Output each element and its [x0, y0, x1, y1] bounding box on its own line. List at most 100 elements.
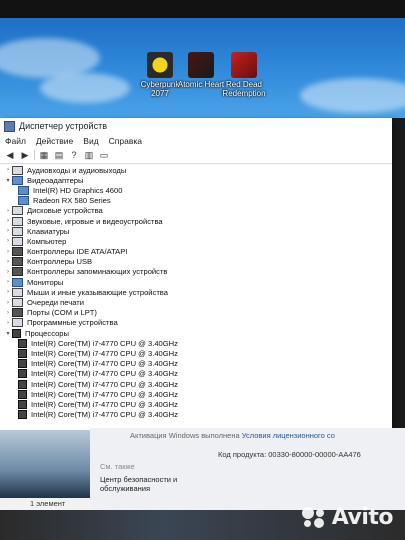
title-bar[interactable]: Диспетчер устройств — [0, 118, 392, 134]
chevron-right-icon[interactable]: › — [4, 289, 12, 295]
cpu-icon — [18, 348, 27, 358]
cloud — [300, 78, 405, 113]
scan-hardware-icon[interactable]: ▭ — [98, 150, 110, 161]
tree-category-item[interactable]: › Программные устройства — [4, 318, 388, 328]
update-driver-icon[interactable]: ▥ — [83, 150, 95, 161]
tree-item-label: Порты (COM и LPT) — [27, 308, 97, 318]
chevron-right-icon[interactable]: › — [4, 238, 12, 244]
tree-item-label: Дисковые устройства — [27, 206, 103, 216]
tree-device-item[interactable]: Intel(R) Core(TM) i7-4770 CPU @ 3.40GHz — [4, 410, 388, 420]
sound-icon — [12, 216, 23, 226]
desktop-icon-label: Atomic Heart — [177, 80, 225, 89]
forward-icon[interactable]: ▶ — [19, 150, 31, 161]
chevron-right-icon[interactable]: › — [4, 310, 12, 316]
atomic-heart-icon — [188, 52, 214, 78]
window-title: Диспетчер устройств — [19, 121, 107, 131]
chevron-right-icon[interactable]: › — [4, 300, 12, 306]
tree-device-item[interactable]: Intel(R) HD Graphics 4600 — [4, 185, 388, 195]
cpu-icon — [12, 328, 21, 338]
tree-category-item[interactable]: › Порты (COM и LPT) — [4, 308, 388, 318]
tree-item-label: Intel(R) Core(TM) i7-4770 CPU @ 3.40GHz — [31, 338, 178, 348]
tree-item-label: Intel(R) Core(TM) i7-4770 CPU @ 3.40GHz — [31, 399, 178, 409]
tree-item-label: Видеоадаптеры — [27, 175, 84, 185]
cpu-icon — [18, 369, 27, 379]
toolbar-separator — [34, 150, 35, 160]
tree-device-item[interactable]: Intel(R) Core(TM) i7-4770 CPU @ 3.40GHz — [4, 399, 388, 409]
tree-item-label: Intel(R) Core(TM) i7-4770 CPU @ 3.40GHz — [31, 410, 178, 420]
computer-icon — [12, 236, 23, 246]
back-icon[interactable]: ◀ — [4, 150, 16, 161]
cloud — [0, 38, 100, 78]
tree-category-item[interactable]: › Очереди печати — [4, 297, 388, 308]
tree-item-label: Звуковые, игровые и видеоустройства — [27, 216, 163, 226]
tree-item-label: Intel(R) Core(TM) i7-4770 CPU @ 3.40GHz — [31, 359, 178, 369]
desktop-wallpaper-strip — [0, 430, 90, 498]
tree-item-label: Программные устройства — [27, 318, 118, 328]
tree-category-item[interactable]: › Компьютер — [4, 236, 388, 246]
desktop-icon-red-dead[interactable]: Red Dead Redemption — [220, 52, 268, 98]
device-tree: › Аудиовходы и аудиовыходы ▾ Видеоадаптеры I… — [4, 165, 388, 420]
menu-help[interactable]: Справка — [104, 136, 147, 146]
desktop-icon-atomic-heart[interactable]: Atomic Heart — [177, 52, 225, 89]
cyberpunk-icon — [147, 52, 173, 78]
cloud — [40, 73, 130, 103]
tree-item-label: Мониторы — [27, 277, 64, 287]
activation-line: Активация Windows выполнена Условия лице… — [130, 431, 335, 440]
chevron-down-icon[interactable]: ▾ — [4, 330, 12, 337]
chevron-right-icon[interactable]: › — [4, 208, 12, 214]
display-adapter-icon — [18, 196, 29, 206]
menu-view[interactable]: Вид — [78, 136, 103, 146]
tree-category-item[interactable]: › Контроллеры USB — [4, 257, 388, 267]
chevron-right-icon[interactable]: › — [4, 228, 12, 234]
tree-category-item[interactable]: › Мыши и иные указывающие устройства — [4, 287, 388, 297]
mouse-icon — [12, 287, 23, 297]
tree-item-label: Radeon RX 580 Series — [33, 196, 111, 206]
tree-device-item[interactable]: Intel(R) Core(TM) i7-4770 CPU @ 3.40GHz — [4, 369, 388, 379]
menu-file[interactable]: Файл — [0, 136, 31, 146]
tree-category-item[interactable]: › Дисковые устройства — [4, 206, 388, 216]
cpu-icon — [18, 410, 27, 420]
tree-category-item[interactable]: › Контроллеры IDE ATA/ATAPI — [4, 247, 388, 257]
chevron-right-icon[interactable]: › — [4, 320, 12, 326]
tree-device-item[interactable]: Intel(R) Core(TM) i7-4770 CPU @ 3.40GHz — [4, 359, 388, 369]
tree-item-label: Intel(R) HD Graphics 4600 — [33, 185, 123, 195]
chevron-right-icon[interactable]: › — [4, 269, 12, 275]
tree-item-label: Мыши и иные указывающие устройства — [27, 287, 168, 297]
menu-action[interactable]: Действие — [31, 136, 78, 146]
tree-device-item[interactable]: Intel(R) Core(TM) i7-4770 CPU @ 3.40GHz — [4, 348, 388, 358]
chevron-down-icon[interactable]: ▾ — [4, 177, 12, 184]
tree-item-label: Контроллеры IDE ATA/ATAPI — [27, 247, 128, 257]
tree-category-item[interactable]: › Звуковые, игровые и видеоустройства — [4, 216, 388, 226]
cpu-icon — [18, 338, 27, 348]
desktop-icon-label: Cyberpunk 2077 — [140, 80, 180, 98]
security-center-link[interactable]: Центр безопасности и обслуживания — [100, 475, 220, 493]
display-adapter-icon — [18, 185, 29, 195]
chevron-right-icon[interactable]: › — [4, 259, 12, 265]
tree-category-item[interactable]: › Аудиовходы и аудиовыходы — [4, 165, 388, 175]
tree-category-item[interactable]: ▾ Процессоры — [4, 328, 388, 338]
help-icon[interactable]: ? — [68, 150, 80, 161]
show-hide-tree-icon[interactable]: ▦ — [38, 150, 50, 161]
license-terms-link[interactable]: Условия лицензионного со — [242, 431, 335, 440]
tree-category-item[interactable]: › Клавиатуры — [4, 226, 388, 236]
chevron-right-icon[interactable]: › — [4, 218, 12, 224]
tree-device-item[interactable]: Radeon RX 580 Series — [4, 196, 388, 206]
cpu-icon — [18, 359, 27, 369]
chevron-right-icon[interactable]: › — [4, 279, 12, 285]
tree-device-item[interactable]: Intel(R) Core(TM) i7-4770 CPU @ 3.40GHz — [4, 338, 388, 348]
tree-item-label: Очереди печати — [27, 298, 84, 308]
tree-item-label: Intel(R) Core(TM) i7-4770 CPU @ 3.40GHz — [31, 379, 178, 389]
desktop-icon-label: Red Dead Redemption — [222, 80, 266, 98]
chevron-right-icon[interactable]: › — [4, 167, 12, 173]
properties-icon[interactable]: ▤ — [53, 150, 65, 161]
tree-category-item[interactable]: › Контроллеры запоминающих устройств — [4, 267, 388, 277]
tree-device-item[interactable]: Intel(R) Core(TM) i7-4770 CPU @ 3.40GHz — [4, 389, 388, 399]
display-adapter-icon — [12, 175, 23, 185]
menu-bar: Файл Действие Вид Справка — [0, 134, 392, 147]
tree-category-item[interactable]: ▾ Видеоадаптеры — [4, 175, 388, 185]
chevron-right-icon[interactable]: › — [4, 249, 12, 255]
keyboard-icon — [12, 226, 23, 236]
avito-wordmark: Avito — [331, 505, 394, 530]
tree-category-item[interactable]: › Мониторы — [4, 277, 388, 287]
tree-device-item[interactable]: Intel(R) Core(TM) i7-4770 CPU @ 3.40GHz — [4, 379, 388, 389]
